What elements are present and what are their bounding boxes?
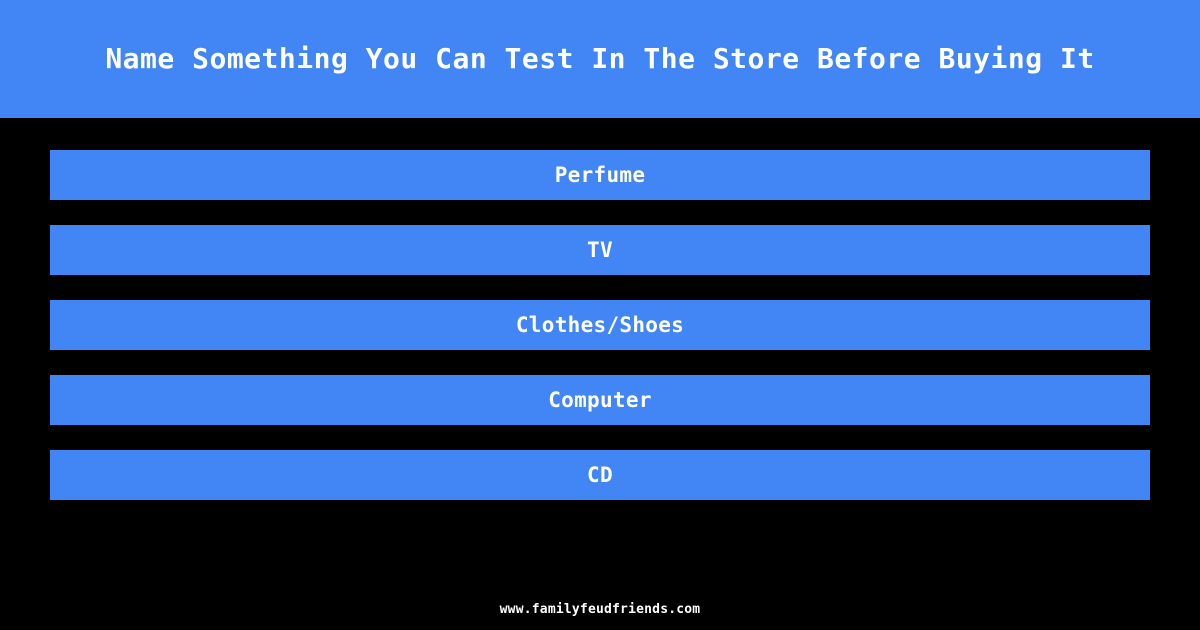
site-url[interactable]: www.familyfeudfriends.com <box>500 602 701 617</box>
answer-row[interactable]: CD <box>50 450 1150 500</box>
answer-card: Name Something You Can Test In The Store… <box>0 0 1200 630</box>
question-header: Name Something You Can Test In The Store… <box>0 0 1200 118</box>
footer: www.familyfeudfriends.com <box>0 598 1200 617</box>
answer-label: Perfume <box>554 162 646 187</box>
answer-label: CD <box>587 462 613 487</box>
answers-list: Perfume TV Clothes/Shoes Computer CD <box>50 150 1150 500</box>
answer-row[interactable]: Clothes/Shoes <box>50 300 1150 350</box>
question-title: Name Something You Can Test In The Store… <box>105 42 1095 75</box>
answer-row[interactable]: Computer <box>50 375 1150 425</box>
answer-row[interactable]: TV <box>50 225 1150 275</box>
answer-label: Computer <box>548 387 652 412</box>
answer-label: TV <box>587 237 613 262</box>
answer-label: Clothes/Shoes <box>515 312 685 337</box>
answer-row[interactable]: Perfume <box>50 150 1150 200</box>
